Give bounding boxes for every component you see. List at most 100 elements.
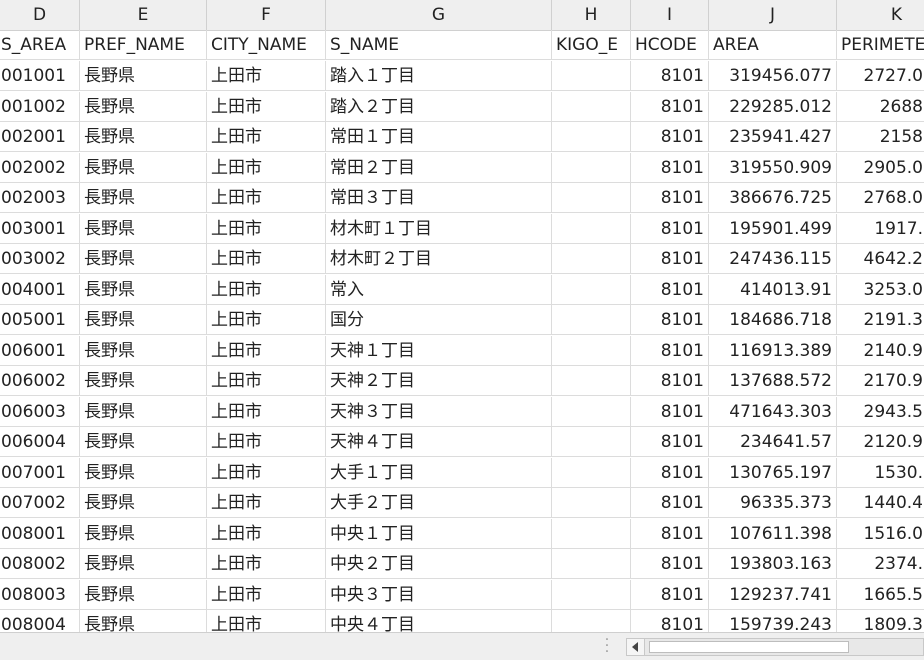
cell-kigo-e[interactable]	[552, 488, 631, 518]
cell-city-name[interactable]: 上田市	[207, 579, 326, 610]
cell-header-perimeter[interactable]: PERIMETE	[837, 30, 924, 60]
cell-perimeter[interactable]: 2374.	[837, 549, 924, 579]
cell-hcode[interactable]: 8101	[631, 457, 709, 488]
column-header-f[interactable]: F	[207, 0, 326, 30]
cell-kigo-e[interactable]	[552, 610, 631, 632]
cell-area[interactable]: 107611.398	[709, 518, 837, 549]
cell-hcode[interactable]: 8101	[631, 213, 709, 244]
cell-s-name[interactable]: 中央２丁目	[326, 549, 552, 579]
cell-hcode[interactable]: 8101	[631, 122, 709, 152]
cell-area[interactable]: 116913.389	[709, 335, 837, 366]
column-header-j[interactable]: J	[709, 0, 837, 30]
cell-kigo-e[interactable]	[552, 91, 631, 122]
cell-area[interactable]: 184686.718	[709, 305, 837, 335]
cell-header-s-area[interactable]: S_AREA	[0, 30, 80, 60]
cell-kigo-e[interactable]	[552, 152, 631, 183]
cell-city-name[interactable]: 上田市	[207, 305, 326, 335]
cell-s-name[interactable]: 国分	[326, 305, 552, 335]
cell-s-area[interactable]: 002001	[0, 122, 80, 152]
cell-perimeter[interactable]: 2905.0	[837, 153, 924, 183]
cell-perimeter[interactable]: 4642.2	[837, 244, 924, 274]
scrollbar-thumb[interactable]	[649, 641, 849, 653]
cell-pref-name[interactable]: 長野県	[80, 457, 207, 488]
cell-area[interactable]: 137688.572	[709, 366, 837, 396]
cell-area[interactable]: 414013.91	[709, 274, 837, 305]
cell-perimeter[interactable]: 2727.0	[837, 61, 924, 91]
cell-perimeter[interactable]: 2688	[837, 92, 924, 122]
cell-pref-name[interactable]: 長野県	[80, 152, 207, 183]
cell-s-area[interactable]: 005001	[0, 305, 80, 335]
cell-hcode[interactable]: 8101	[631, 274, 709, 305]
cell-perimeter[interactable]: 1665.5	[837, 580, 924, 610]
cell-pref-name[interactable]: 長野県	[80, 61, 207, 91]
cell-s-area[interactable]: 008002	[0, 549, 80, 579]
cell-area[interactable]: 247436.115	[709, 244, 837, 274]
cell-s-name[interactable]: 中央３丁目	[326, 579, 552, 610]
cell-area[interactable]: 96335.373	[709, 488, 837, 518]
cell-s-name[interactable]: 中央１丁目	[326, 518, 552, 549]
cell-city-name[interactable]: 上田市	[207, 61, 326, 91]
cell-header-hcode[interactable]: HCODE	[631, 30, 709, 60]
cell-pref-name[interactable]: 長野県	[80, 122, 207, 152]
cell-s-name[interactable]: 大手２丁目	[326, 488, 552, 518]
cell-pref-name[interactable]: 長野県	[80, 549, 207, 579]
cell-header-pref-name[interactable]: PREF_NAME	[80, 30, 207, 60]
cell-s-area[interactable]: 002002	[0, 152, 80, 183]
cell-pref-name[interactable]: 長野県	[80, 579, 207, 610]
cell-pref-name[interactable]: 長野県	[80, 244, 207, 274]
cell-perimeter[interactable]: 2943.5	[837, 397, 924, 427]
cell-s-name[interactable]: 常入	[326, 274, 552, 305]
column-header-i[interactable]: I	[631, 0, 709, 30]
cell-area[interactable]: 229285.012	[709, 91, 837, 122]
cell-kigo-e[interactable]	[552, 183, 631, 213]
cell-perimeter[interactable]: 1516.0	[837, 519, 924, 549]
cell-s-name[interactable]: 常田３丁目	[326, 183, 552, 213]
cell-perimeter[interactable]: 2170.9	[837, 366, 924, 396]
column-header-k[interactable]: K	[837, 0, 924, 30]
cell-area[interactable]: 319456.077	[709, 61, 837, 91]
cell-s-name[interactable]: 踏入２丁目	[326, 91, 552, 122]
cell-s-name[interactable]: 常田１丁目	[326, 122, 552, 152]
cell-s-name[interactable]: 天神３丁目	[326, 396, 552, 427]
cell-hcode[interactable]: 8101	[631, 152, 709, 183]
cell-s-area[interactable]: 007002	[0, 488, 80, 518]
cell-hcode[interactable]: 8101	[631, 244, 709, 274]
cell-header-city-name[interactable]: CITY_NAME	[207, 30, 326, 60]
cell-perimeter[interactable]: 1917.	[837, 214, 924, 244]
cell-city-name[interactable]: 上田市	[207, 396, 326, 427]
column-header-h[interactable]: H	[552, 0, 631, 30]
cell-s-area[interactable]: 008001	[0, 518, 80, 549]
horizontal-scrollbar[interactable]	[626, 638, 924, 656]
cell-s-name[interactable]: 大手１丁目	[326, 457, 552, 488]
cell-s-area[interactable]: 004001	[0, 274, 80, 305]
column-header-d[interactable]: D	[0, 0, 80, 30]
cell-perimeter[interactable]: 1440.4	[837, 488, 924, 518]
cell-kigo-e[interactable]	[552, 213, 631, 244]
cell-s-area[interactable]: 003002	[0, 244, 80, 274]
cell-city-name[interactable]: 上田市	[207, 488, 326, 518]
cell-kigo-e[interactable]	[552, 396, 631, 427]
cell-s-name[interactable]: 材木町１丁目	[326, 213, 552, 244]
cell-city-name[interactable]: 上田市	[207, 610, 326, 632]
cell-area[interactable]: 234641.57	[709, 427, 837, 457]
cell-kigo-e[interactable]	[552, 579, 631, 610]
cell-s-area[interactable]: 006003	[0, 396, 80, 427]
cell-hcode[interactable]: 8101	[631, 91, 709, 122]
cell-s-name[interactable]: 天神２丁目	[326, 366, 552, 396]
column-header-g[interactable]: G	[326, 0, 552, 30]
cell-hcode[interactable]: 8101	[631, 305, 709, 335]
cell-perimeter[interactable]: 2120.9	[837, 427, 924, 457]
cell-hcode[interactable]: 8101	[631, 61, 709, 91]
cell-area[interactable]: 235941.427	[709, 122, 837, 152]
cell-pref-name[interactable]: 長野県	[80, 305, 207, 335]
cell-pref-name[interactable]: 長野県	[80, 335, 207, 366]
cell-s-name[interactable]: 天神１丁目	[326, 335, 552, 366]
cell-kigo-e[interactable]	[552, 549, 631, 579]
cell-s-area[interactable]: 008003	[0, 579, 80, 610]
cell-header-s-name[interactable]: S_NAME	[326, 30, 552, 60]
cell-pref-name[interactable]: 長野県	[80, 183, 207, 213]
cell-kigo-e[interactable]	[552, 305, 631, 335]
scroll-left-arrow-icon[interactable]	[627, 639, 645, 655]
cell-hcode[interactable]: 8101	[631, 549, 709, 579]
cell-s-area[interactable]: 002003	[0, 183, 80, 213]
